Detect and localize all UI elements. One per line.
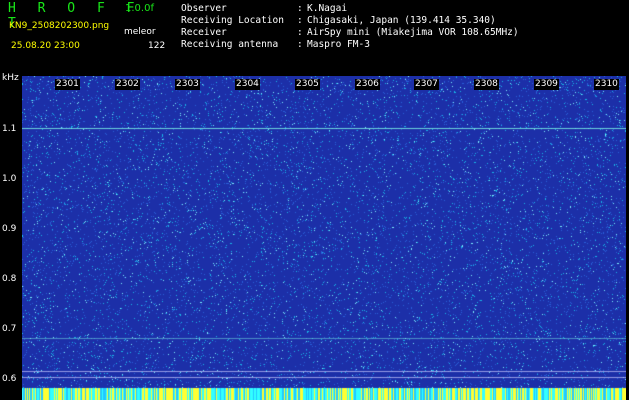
y-tick-label: 1.0 <box>2 174 17 184</box>
x-tick-label: 2307 <box>414 79 439 90</box>
y-tick-label: 0.8 <box>2 274 17 284</box>
x-tick-label: 2302 <box>115 79 140 90</box>
file-name: KN9_2508202300.png <box>9 21 110 31</box>
info-value: Maspro FM-3 <box>307 39 370 50</box>
date-time: 25.08.20 23:00 <box>11 41 80 51</box>
x-tick-label: 2303 <box>175 79 200 90</box>
x-tick-label: 2306 <box>355 79 380 90</box>
header-left: H R O F F T 1.0.0f KN9_2508202300.png me… <box>8 0 168 60</box>
x-tick-label: 2310 <box>594 79 619 90</box>
info-value: AirSpy mini (Miakejima VOR 108.65MHz) <box>307 27 519 38</box>
mode-label: meleor <box>124 27 156 37</box>
info-separator: : <box>297 15 303 26</box>
info-row-antenna: Receiving antenna: Maspro FM-3 <box>181 39 519 51</box>
info-separator: : <box>297 3 303 14</box>
x-tick-label: 2304 <box>235 79 260 90</box>
x-tick-label: 2309 <box>534 79 559 90</box>
y-tick-label: 1.1 <box>2 124 17 134</box>
info-separator: : <box>297 39 303 50</box>
station-info: Observer: K.Nagai Receiving Location: Chig… <box>181 3 519 51</box>
info-separator: : <box>297 27 303 38</box>
info-row-observer: Observer: K.Nagai <box>181 3 519 15</box>
info-row-location: Receiving Location: Chigasaki, Japan (139… <box>181 15 519 27</box>
info-value: Chigasaki, Japan (139.414 35.340) <box>307 15 496 26</box>
info-value: K.Nagai <box>307 3 348 14</box>
info-label: Receiving Location <box>181 15 284 26</box>
y-axis-unit: kHz <box>2 73 19 83</box>
x-tick-label: 2305 <box>295 79 320 90</box>
app-version: 1.0.0f <box>125 3 154 14</box>
x-tick-label: 2301 <box>55 79 80 90</box>
y-tick-label: 0.6 <box>2 374 17 384</box>
spectrogram-waterfall <box>22 76 626 400</box>
spectrogram-canvas <box>22 76 626 400</box>
info-label: Observer <box>181 3 227 14</box>
x-tick-label: 2308 <box>474 79 499 90</box>
info-row-receiver: Receiver: AirSpy mini (Miakejima VOR 108.… <box>181 27 519 39</box>
detection-count: 122 <box>148 41 166 51</box>
info-label: Receiving antenna <box>181 39 279 50</box>
info-label: Receiver <box>181 27 227 38</box>
y-tick-label: 0.7 <box>2 324 17 334</box>
y-tick-label: 0.9 <box>2 224 17 234</box>
